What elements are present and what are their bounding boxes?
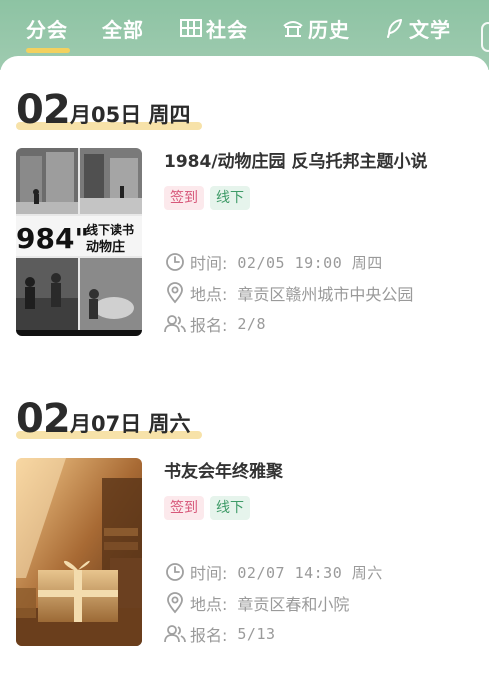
event-title[interactable]: 1984/动物庄园 反乌托邦主题小说 bbox=[164, 150, 484, 174]
clock-icon bbox=[164, 251, 186, 273]
category-tabs: 分会 全部 社会 历史 文学 bbox=[0, 10, 489, 53]
feather-icon bbox=[385, 18, 405, 38]
checkin-badge: 签到 bbox=[164, 496, 204, 520]
tab-branch[interactable]: 分会 bbox=[26, 10, 68, 46]
date-day-weekday: 月05日 周四 bbox=[70, 103, 191, 127]
tab-society[interactable]: 社会 bbox=[180, 10, 248, 46]
people-icon bbox=[164, 313, 186, 335]
building-icon bbox=[180, 18, 202, 38]
place-label: 地点: bbox=[190, 595, 228, 614]
location-pin-icon bbox=[164, 282, 186, 304]
time-value: 02/07 14:30 周六 bbox=[237, 563, 383, 582]
poster-big-text: 984" bbox=[16, 222, 89, 255]
event-place-row: 地点: 章贡区春和小院 bbox=[164, 591, 349, 615]
event-signup-row: 报名: 2/8 bbox=[164, 312, 266, 336]
location-pin-icon bbox=[164, 592, 186, 614]
event-card[interactable]: 书友会年终雅聚 签到 线下 时间: 02/07 14:30 周六 地点: 章贡区… bbox=[16, 458, 476, 648]
poster-line2: 动物庄 bbox=[86, 239, 125, 255]
date-month: 02 bbox=[16, 396, 71, 442]
event-tags: 签到 线下 bbox=[164, 496, 250, 520]
tab-label: 历史 bbox=[308, 17, 350, 42]
poster-line1: 线下读书 bbox=[86, 222, 134, 237]
signup-value: 5/13 bbox=[237, 625, 276, 643]
more-tabs-handle[interactable] bbox=[481, 22, 489, 52]
place-value: 章贡区赣州城市中央公园 bbox=[237, 285, 414, 304]
event-poster[interactable]: 984" 线下读书 动物庄 bbox=[16, 148, 142, 336]
clock-icon bbox=[164, 561, 186, 583]
event-time-row: 时间: 02/05 19:00 周四 bbox=[164, 250, 383, 274]
tab-history[interactable]: 历史 bbox=[282, 10, 350, 46]
tab-literature[interactable]: 文学 bbox=[385, 10, 451, 46]
date-day-weekday: 月07日 周六 bbox=[70, 412, 191, 436]
people-icon bbox=[164, 623, 186, 645]
place-value: 章贡区春和小院 bbox=[237, 595, 350, 614]
event-poster[interactable] bbox=[16, 458, 142, 646]
offline-badge: 线下 bbox=[210, 496, 250, 520]
event-card[interactable]: 984" 线下读书 动物庄 1984/动物庄园 反乌托邦主题小说 签到 线下 时… bbox=[16, 148, 476, 338]
event-tags: 签到 线下 bbox=[164, 186, 250, 210]
signup-label: 报名: bbox=[190, 316, 228, 335]
event-list: 02 月05日 周四 984" 线下读书 动物庄 1984/动物庄园 反乌托邦主… bbox=[0, 56, 489, 683]
checkin-badge: 签到 bbox=[164, 186, 204, 210]
time-label: 时间: bbox=[190, 564, 228, 583]
signup-value: 2/8 bbox=[237, 315, 266, 333]
signup-label: 报名: bbox=[190, 626, 228, 645]
event-time-row: 时间: 02/07 14:30 周六 bbox=[164, 560, 383, 584]
temple-icon bbox=[282, 18, 304, 38]
tab-all[interactable]: 全部 bbox=[102, 10, 144, 46]
active-tab-indicator bbox=[26, 48, 70, 53]
place-label: 地点: bbox=[190, 285, 228, 304]
event-signup-row: 报名: 5/13 bbox=[164, 622, 276, 646]
date-month: 02 bbox=[16, 87, 71, 133]
offline-badge: 线下 bbox=[210, 186, 250, 210]
tab-label: 文学 bbox=[409, 17, 451, 42]
tab-label: 社会 bbox=[206, 17, 248, 42]
tab-label: 全部 bbox=[102, 17, 144, 42]
tab-label: 分会 bbox=[26, 17, 68, 42]
time-value: 02/05 19:00 周四 bbox=[237, 253, 383, 272]
event-place-row: 地点: 章贡区赣州城市中央公园 bbox=[164, 281, 413, 305]
time-label: 时间: bbox=[190, 254, 228, 273]
event-title[interactable]: 书友会年终雅聚 bbox=[164, 460, 484, 484]
